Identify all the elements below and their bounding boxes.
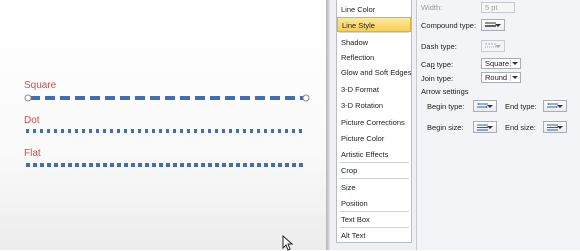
category-list: Line Color Line Style Shadow Reflection … (336, 0, 412, 243)
mouse-pointer-icon (282, 235, 294, 251)
chevron-down-icon (495, 45, 501, 48)
width-value: 5 pt (485, 3, 498, 12)
category-3d-rotation[interactable]: 3-D Rotation (337, 98, 411, 113)
category-position[interactable]: Position (337, 196, 411, 211)
chevron-down-icon (557, 105, 563, 108)
chevron-down-icon (510, 60, 519, 67)
chevron-down-icon (557, 126, 563, 129)
category-picture-color[interactable]: Picture Color (337, 131, 411, 146)
flat-line-label: Flat (24, 148, 41, 159)
category-separator (339, 178, 409, 179)
end-type-button[interactable] (543, 100, 567, 112)
width-spinner[interactable]: 5 pt (481, 2, 515, 13)
begin-type-button[interactable] (473, 100, 497, 112)
category-3d-format[interactable]: 3-D Format (337, 82, 411, 97)
chevron-down-icon (487, 126, 493, 129)
begin-type-label: Begin type: (427, 102, 465, 111)
begin-size-label: Begin size: (427, 123, 464, 132)
flat-cap-line[interactable] (24, 160, 314, 170)
slide-canvas: Square Dot Flat (0, 0, 330, 251)
end-size-label: End size: (505, 123, 536, 132)
chevron-down-icon (495, 24, 501, 27)
compound-type-label: Compound type: (421, 21, 477, 30)
cap-type-select[interactable]: Square (481, 58, 521, 69)
dash-type-button[interactable] (481, 40, 505, 52)
square-cap-line[interactable] (24, 92, 314, 104)
join-type-select[interactable]: Round (481, 72, 521, 83)
category-crop[interactable]: Crop (337, 163, 411, 178)
width-label: Width: (421, 3, 443, 12)
line-style-settings: Width: 5 pt Compound type: Dash type: Ca… (416, 0, 580, 250)
category-separator (339, 32, 409, 33)
end-type-label: End type: (505, 102, 537, 111)
category-line-style[interactable]: Line Style (337, 17, 411, 32)
dash-type-label: Dash type: (421, 42, 457, 51)
cap-type-value: Square (485, 59, 510, 68)
category-artistic-effects[interactable]: Artistic Effects (337, 147, 411, 162)
square-line-label: Square (24, 80, 57, 91)
category-alt-text[interactable]: Alt Text (337, 228, 411, 243)
dot-cap-line[interactable] (24, 126, 314, 136)
join-type-value: Round (485, 73, 508, 82)
cap-type-label: Cap type: (421, 60, 454, 69)
category-glow-soft-edges[interactable]: Glow and Soft Edges (337, 65, 411, 80)
dot-line-label: Dot (24, 115, 40, 126)
category-reflection[interactable]: Reflection (337, 50, 411, 65)
join-type-label: Join type: (421, 74, 454, 83)
arrow-settings-heading: Arrow settings (421, 87, 469, 96)
chevron-down-icon (510, 74, 519, 81)
category-shadow[interactable]: Shadow (337, 35, 411, 50)
category-line-color[interactable]: Line Color (337, 2, 411, 17)
begin-size-button[interactable] (473, 121, 497, 133)
compound-type-button[interactable] (481, 19, 505, 31)
category-size[interactable]: Size (337, 180, 411, 195)
end-size-button[interactable] (543, 121, 567, 133)
category-text-box[interactable]: Text Box (337, 212, 411, 227)
category-picture-corrections[interactable]: Picture Corrections (337, 115, 411, 130)
chevron-down-icon (487, 105, 493, 108)
